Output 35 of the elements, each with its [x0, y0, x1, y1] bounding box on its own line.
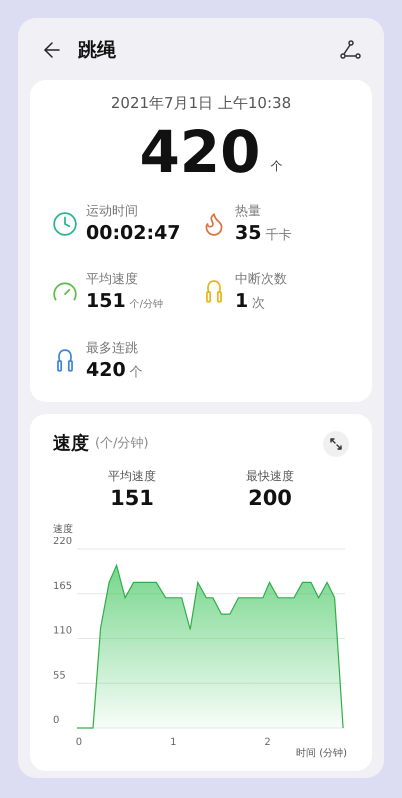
- axis-tick-label: 110: [53, 626, 72, 636]
- stat-label: 中断次数: [235, 271, 287, 289]
- stat-value: 35: [235, 220, 262, 244]
- stat-unit: 次: [252, 295, 266, 313]
- axis-tick-label: 0: [76, 737, 82, 748]
- jump-count: 420: [139, 118, 261, 184]
- card-title: 速度: [53, 432, 89, 456]
- axis-tick-label: 0: [53, 715, 60, 726]
- axis-tick-label: 165: [53, 580, 72, 592]
- count-unit: 个: [270, 158, 283, 174]
- stat-label: 热量: [235, 202, 262, 220]
- stat-unit: 千卡: [265, 226, 292, 244]
- unit-label: (个/分钟): [95, 434, 149, 453]
- page-title: 跳绳: [78, 38, 116, 63]
- stat-unit: 个/分钟: [130, 298, 164, 312]
- expand-icon: [329, 436, 343, 450]
- metric-label: 最快速度: [246, 468, 294, 485]
- stat-label: 平均速度: [86, 271, 139, 290]
- stat-value: 1: [235, 289, 248, 313]
- stat-value: 151: [86, 289, 126, 314]
- stat-unit: 个: [130, 364, 143, 382]
- expand-button[interactable]: [323, 430, 349, 456]
- axis-title: 时间 (分钟): [296, 749, 347, 759]
- metric-label: 平均速度: [108, 468, 156, 485]
- stat-value: 00:02:47: [86, 220, 181, 245]
- stat-value: 420: [86, 358, 126, 382]
- metric-value: 151: [110, 485, 154, 511]
- axis-title: 速度: [53, 525, 74, 535]
- axis-tick-label: 55: [53, 670, 66, 682]
- stat-label: 最多连跳: [86, 340, 139, 358]
- metric-value: 200: [248, 485, 292, 511]
- axis-tick-label: 2: [264, 737, 271, 748]
- date-time: 2021年7月1日 上午10:38: [110, 93, 292, 114]
- axis-tick-label: 1: [170, 737, 176, 748]
- stat-label: 运动时间: [86, 202, 139, 221]
